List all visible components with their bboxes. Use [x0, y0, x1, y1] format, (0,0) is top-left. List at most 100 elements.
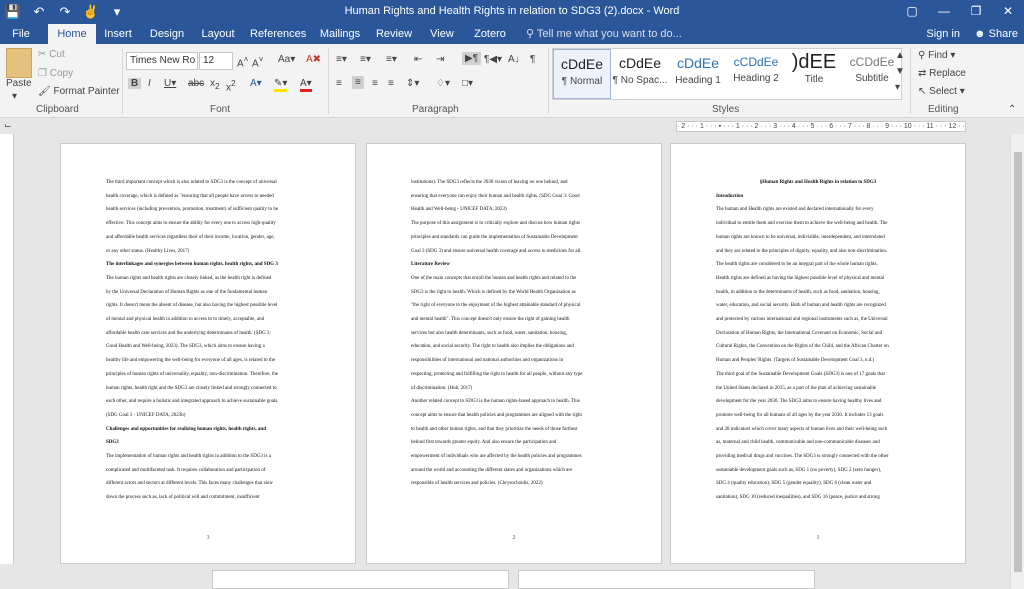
tab-insert[interactable]: Insert — [100, 24, 136, 44]
tab-layout[interactable]: Layout — [198, 24, 238, 44]
sign-in-link[interactable]: Sign in — [926, 24, 960, 44]
format-painter-button[interactable]: 🖌 Format Painter — [38, 86, 120, 97]
tab-view[interactable]: View — [424, 24, 460, 44]
justify-icon[interactable]: ≡ — [388, 78, 394, 89]
replace-label: Replace — [929, 68, 966, 79]
sort-icon[interactable]: A↓ — [508, 54, 520, 65]
document-line: down the process such as, lack of politi… — [106, 495, 260, 501]
styles-more-icon[interactable]: ▾ — [895, 82, 900, 93]
document-line: the United States declared in 2015, as a… — [716, 385, 877, 391]
align-right-icon[interactable]: ≡ — [372, 78, 378, 89]
bullets-icon[interactable]: ≡▾ — [336, 54, 347, 65]
document-line: Declaration of Human Rights, the Interna… — [716, 330, 883, 336]
font-name-combo[interactable]: Times New Ro — [126, 52, 198, 70]
document-line: around the world and accounting the diff… — [411, 467, 573, 473]
paragraph-group-label: Paragraph — [412, 104, 459, 115]
change-case-icon[interactable]: Aa▾ — [278, 54, 295, 65]
paste-button[interactable]: Paste — [6, 78, 32, 89]
format-painter-label: Format Painter — [53, 86, 120, 97]
rtl-icon[interactable]: ¶◀▾ — [484, 54, 502, 65]
cut-label: Cut — [49, 49, 65, 60]
style-no-spacing[interactable]: cDdEe ¶ No Spac... — [611, 49, 669, 99]
cut-button[interactable]: ✂ Cut — [38, 49, 65, 60]
font-group-label: Font — [210, 104, 231, 115]
font-color-icon[interactable]: A▾ — [300, 78, 312, 92]
italic-button[interactable]: I — [148, 78, 151, 89]
borders-icon[interactable]: □▾ — [462, 78, 473, 89]
style-title[interactable]: )dEE Title — [785, 49, 843, 99]
document-page-1[interactable]: §Human Rights and Health Rights in relat… — [670, 143, 966, 564]
align-center-icon[interactable]: ≡ — [352, 76, 364, 89]
styles-scroll-down-icon[interactable]: ▼ — [895, 66, 905, 77]
document-line: and they are related to the principles o… — [716, 248, 888, 254]
line-spacing-icon[interactable]: ⇕▾ — [406, 78, 419, 89]
strikethrough-button[interactable]: abc — [188, 78, 204, 89]
increase-indent-icon[interactable]: ⇥ — [436, 54, 444, 65]
text-effects-icon[interactable]: A▾ — [250, 78, 262, 89]
font-size-combo[interactable]: 12 — [199, 52, 233, 70]
tab-file[interactable]: File — [6, 24, 36, 44]
tab-review[interactable]: Review — [374, 24, 414, 44]
document-line: Health rights are defined as having the … — [716, 275, 885, 281]
find-button[interactable]: ⚲ Find ▾ — [918, 50, 955, 61]
clear-formatting-icon[interactable]: A✖ — [306, 54, 321, 65]
bold-button[interactable]: B — [128, 78, 142, 89]
window-title: Human Rights and Health Rights in relati… — [344, 5, 680, 17]
tab-design[interactable]: Design — [146, 24, 188, 44]
group-separator — [548, 48, 549, 114]
document-line: "the right of everyone to the enjoyment … — [411, 303, 581, 309]
restore-button[interactable]: ❐ — [960, 0, 992, 24]
share-button[interactable]: ☻ Share — [974, 24, 1018, 44]
copy-button[interactable]: ❐ Copy — [38, 68, 73, 79]
decrease-indent-icon[interactable]: ⇤ — [414, 54, 422, 65]
ltr-icon[interactable]: ▶¶ — [462, 52, 482, 65]
document-line: Another related concept to SDG3 is the h… — [411, 399, 580, 405]
style-subtitle[interactable]: cCDdEe Subtitle — [843, 49, 901, 99]
grow-font-icon[interactable]: A˄ — [237, 54, 249, 69]
tab-references[interactable]: References — [250, 24, 306, 44]
tab-mailings[interactable]: Mailings — [316, 24, 364, 44]
style-heading-2[interactable]: cCDdEe Heading 2 — [727, 49, 785, 99]
font-name-value: Times New Ro — [130, 55, 196, 66]
tell-me-box[interactable]: ⚲ Tell me what you want to do... — [526, 24, 682, 44]
multilevel-list-icon[interactable]: ≡▾ — [386, 54, 397, 65]
style-normal[interactable]: cDdEe ¶ Normal — [553, 49, 611, 99]
shading-icon[interactable]: ♢▾ — [436, 78, 450, 89]
align-left-icon[interactable]: ≡ — [336, 78, 342, 89]
highlight-icon[interactable]: ✎▾ — [274, 78, 288, 92]
ribbon-display-options-button[interactable]: ▢ — [896, 0, 928, 24]
shrink-font-icon[interactable]: A˅ — [252, 54, 264, 69]
replace-button[interactable]: ⇄ Replace — [918, 68, 966, 79]
show-formatting-icon[interactable]: ¶ — [530, 54, 535, 65]
group-separator — [122, 48, 123, 114]
vertical-scrollbar[interactable] — [1010, 134, 1024, 589]
document-page-3[interactable]: The third important concept which is als… — [60, 143, 356, 564]
select-button[interactable]: ↖ Select ▾ — [918, 86, 965, 97]
tab-zotero[interactable]: Zotero — [468, 24, 512, 44]
document-line: The third important concept which is als… — [106, 180, 277, 185]
vertical-ruler[interactable] — [0, 134, 14, 564]
numbering-icon[interactable]: ≡▾ — [360, 54, 371, 65]
styles-scroll-up-icon[interactable]: ▲ — [895, 50, 905, 61]
collapse-ribbon-icon[interactable]: ⌃ — [1008, 104, 1016, 115]
style-heading-1[interactable]: cDdEe Heading 1 — [669, 49, 727, 99]
tell-me-placeholder: Tell me what you want to do... — [536, 28, 682, 40]
document-line: effective. This concept aims to ensure t… — [106, 221, 276, 227]
tab-selector-icon[interactable]: ⌙ — [4, 120, 12, 131]
paste-dropdown-icon[interactable]: ▾ — [12, 91, 17, 102]
font-size-value: 12 — [203, 55, 215, 66]
editing-group-label: Editing — [928, 104, 959, 115]
document-line: behind first towards greater equity. And… — [411, 440, 557, 446]
superscript-button[interactable]: x2 — [226, 78, 236, 93]
document-line: The third goal of the Sustainable Develo… — [716, 371, 885, 377]
scrollbar-thumb[interactable] — [1014, 152, 1022, 572]
underline-button[interactable]: U▾ — [164, 78, 176, 89]
subscript-button[interactable]: x2 — [210, 78, 220, 91]
minimize-button[interactable]: — — [928, 0, 960, 24]
document-line: of discrimination. (Hub, 2017) — [411, 385, 473, 391]
ruler-scale[interactable]: · 2 · · · 1 · · · ▪ · · · 1 · · · 2 · · … — [676, 121, 966, 132]
tab-home[interactable]: Home — [48, 24, 96, 44]
page-number: 2 — [512, 535, 516, 541]
document-page-2[interactable]: institutions). The SDG3 reflects the 203… — [366, 143, 662, 564]
close-button[interactable]: ✕ — [992, 0, 1024, 24]
